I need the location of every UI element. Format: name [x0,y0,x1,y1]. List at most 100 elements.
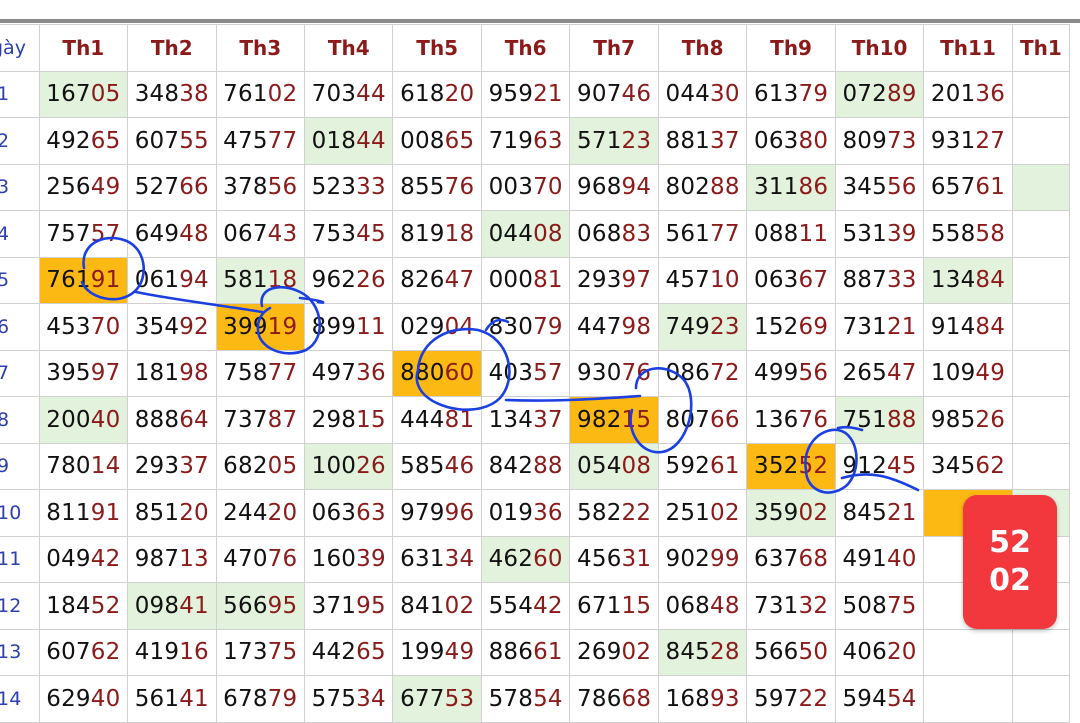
result-cell[interactable]: 29397 [569,256,659,304]
result-cell[interactable]: 60755 [127,117,217,165]
result-cell[interactable] [1011,303,1071,351]
result-cell[interactable]: 44265 [303,628,394,676]
result-cell[interactable]: 41916 [127,628,217,676]
result-cell[interactable]: 00865 [392,117,482,165]
result-cell[interactable]: 05408 [569,442,659,490]
result-cell[interactable]: 34556 [834,163,925,211]
month-column-header[interactable]: Th2 [127,24,217,72]
result-cell[interactable]: 58118 [215,256,306,304]
result-cell[interactable]: 07289 [834,70,925,118]
result-cell[interactable]: 46260 [480,535,571,583]
result-cell[interactable]: 88733 [834,256,925,304]
result-cell[interactable]: 13484 [923,256,1013,304]
result-cell[interactable]: 37195 [303,582,394,630]
result-cell[interactable]: 76102 [215,70,306,118]
result-cell[interactable]: 06883 [569,210,659,258]
result-cell[interactable] [923,628,1013,676]
result-cell[interactable]: 80973 [834,117,925,165]
result-cell[interactable]: 13676 [746,396,836,444]
result-cell[interactable]: 37856 [215,163,306,211]
result-cell[interactable]: 91484 [923,303,1013,351]
result-cell[interactable]: 49736 [303,349,394,397]
result-cell[interactable] [1011,117,1071,165]
result-cell[interactable]: 73787 [215,396,306,444]
result-cell[interactable]: 18452 [38,582,129,630]
result-cell[interactable]: 53139 [834,210,925,258]
month-column-header[interactable]: Th10 [834,24,925,72]
result-cell[interactable]: 80288 [657,163,748,211]
result-cell[interactable]: 82647 [392,256,482,304]
result-cell[interactable]: 56695 [215,582,306,630]
result-cell[interactable]: 58222 [569,489,659,537]
result-cell[interactable]: 45631 [569,535,659,583]
result-cell[interactable]: 13437 [480,396,571,444]
result-cell[interactable]: 59454 [834,675,925,723]
result-cell[interactable]: 96894 [569,163,659,211]
result-cell[interactable] [1011,628,1071,676]
result-cell[interactable]: 85576 [392,163,482,211]
result-cell[interactable] [923,675,1013,723]
result-cell[interactable]: 83079 [480,303,571,351]
result-cell[interactable]: 58546 [392,442,482,490]
result-cell[interactable]: 61379 [746,70,836,118]
result-cell[interactable]: 78014 [38,442,129,490]
result-cell[interactable]: 98215 [569,396,659,444]
month-column-header[interactable]: Th1 [38,24,129,72]
result-cell[interactable]: 84521 [834,489,925,537]
result-badge[interactable]: 52 02 [963,495,1057,629]
result-cell[interactable]: 49265 [38,117,129,165]
result-cell[interactable]: 85120 [127,489,217,537]
result-cell[interactable]: 70344 [303,70,394,118]
result-cell[interactable]: 47076 [215,535,306,583]
result-cell[interactable]: 26547 [834,349,925,397]
result-cell[interactable]: 90299 [657,535,748,583]
result-cell[interactable] [1011,442,1071,490]
result-cell[interactable]: 10949 [923,349,1013,397]
result-cell[interactable]: 06743 [215,210,306,258]
result-cell[interactable] [1011,70,1071,118]
result-cell[interactable]: 04942 [38,535,129,583]
result-cell[interactable]: 81918 [392,210,482,258]
month-column-header[interactable]: Th11 [923,24,1013,72]
result-cell[interactable]: 29815 [303,396,394,444]
result-cell[interactable]: 95921 [480,70,571,118]
result-cell[interactable]: 06194 [127,256,217,304]
result-cell[interactable]: 16893 [657,675,748,723]
result-cell[interactable]: 40620 [834,628,925,676]
result-cell[interactable]: 04430 [657,70,748,118]
result-cell[interactable]: 57854 [480,675,571,723]
result-cell[interactable]: 93127 [923,117,1013,165]
result-cell[interactable]: 61820 [392,70,482,118]
result-cell[interactable]: 40357 [480,349,571,397]
result-cell[interactable]: 84528 [657,628,748,676]
result-cell[interactable]: 67115 [569,582,659,630]
result-cell[interactable]: 56177 [657,210,748,258]
result-cell[interactable]: 25102 [657,489,748,537]
result-cell[interactable]: 04408 [480,210,571,258]
result-cell[interactable]: 65761 [923,163,1013,211]
result-cell[interactable]: 08811 [746,210,836,258]
result-cell[interactable]: 35492 [127,303,217,351]
result-cell[interactable]: 52333 [303,163,394,211]
result-cell[interactable]: 50875 [834,582,925,630]
result-cell[interactable]: 75757 [38,210,129,258]
month-column-header[interactable]: Th4 [303,24,394,72]
result-cell[interactable]: 39919 [215,303,306,351]
result-cell[interactable] [1011,210,1071,258]
result-cell[interactable]: 00081 [480,256,571,304]
result-cell[interactable]: 88864 [127,396,217,444]
result-cell[interactable]: 18198 [127,349,217,397]
month-column-header[interactable]: Th1 [1011,24,1071,72]
result-cell[interactable]: 88060 [392,349,482,397]
result-cell[interactable]: 62940 [38,675,129,723]
result-cell[interactable]: 73132 [746,582,836,630]
result-cell[interactable]: 81191 [38,489,129,537]
result-cell[interactable]: 71963 [480,117,571,165]
result-cell[interactable]: 57123 [569,117,659,165]
result-cell[interactable]: 19949 [392,628,482,676]
result-cell[interactable]: 56650 [746,628,836,676]
result-cell[interactable]: 93076 [569,349,659,397]
result-cell[interactable]: 56141 [127,675,217,723]
result-cell[interactable]: 35252 [746,442,836,490]
result-cell[interactable]: 15269 [746,303,836,351]
